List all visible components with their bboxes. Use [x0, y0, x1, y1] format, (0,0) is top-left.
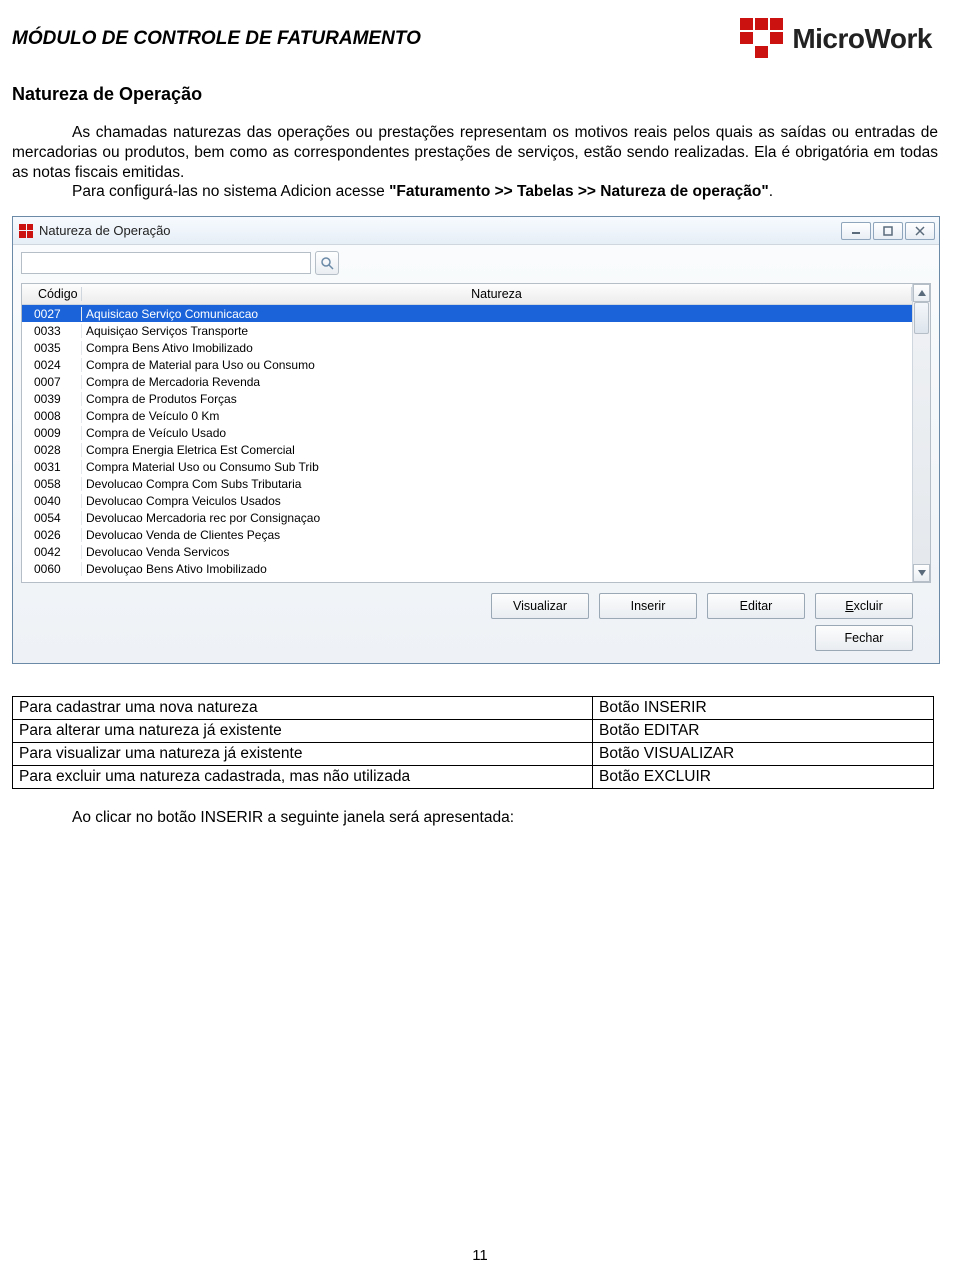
chevron-up-icon	[918, 290, 926, 296]
intro-paragraph-2: Para configurá-las no sistema Adicion ac…	[12, 182, 938, 202]
editar-button[interactable]: Editar	[707, 593, 805, 619]
table-row[interactable]: 0007Compra de Mercadoria Revenda	[22, 373, 912, 390]
maximize-icon	[883, 226, 893, 236]
table-row[interactable]: 0042Devolucao Venda Servicos	[22, 543, 912, 560]
action-button-name: Botão EXCLUIR	[593, 766, 934, 789]
close-button[interactable]	[905, 222, 935, 240]
app-window: Natureza de Operação	[12, 216, 940, 664]
page-number: 11	[0, 1247, 960, 1264]
cell-codigo: 0024	[22, 358, 82, 372]
brand-name: MicroWork	[792, 23, 932, 55]
table-row[interactable]: 0039Compra de Produtos Forças	[22, 390, 912, 407]
fechar-button[interactable]: Fechar	[815, 625, 913, 651]
visualizar-button[interactable]: Visualizar	[491, 593, 589, 619]
table-row[interactable]: 0009Compra de Veículo Usado	[22, 424, 912, 441]
table-row[interactable]: 0027Aquisicao Serviço Comunicacao	[22, 305, 912, 322]
actions-table: Para cadastrar uma nova naturezaBotão IN…	[12, 696, 934, 789]
scroll-thumb[interactable]	[914, 302, 929, 334]
table-row[interactable]: 0026Devolucao Venda de Clientes Peças	[22, 526, 912, 543]
cell-natureza: Devolucao Mercadoria rec por Consignaçao	[82, 511, 912, 525]
action-description: Para visualizar uma natureza já existent…	[13, 743, 593, 766]
cell-natureza: Compra de Produtos Forças	[82, 392, 912, 406]
action-button-name: Botão VISUALIZAR	[593, 743, 934, 766]
column-header-natureza[interactable]: Natureza	[82, 287, 912, 301]
close-icon	[915, 226, 925, 236]
cell-natureza: Devoluçao Bens Ativo Imobilizado	[82, 562, 912, 576]
scroll-up-button[interactable]	[913, 284, 930, 302]
app-icon	[19, 224, 33, 238]
cell-natureza: Devolucao Compra Veiculos Usados	[82, 494, 912, 508]
action-description: Para alterar uma natureza já existente	[13, 720, 593, 743]
module-title: MÓDULO DE CONTROLE DE FATURAMENTO	[12, 28, 421, 50]
cell-codigo: 0060	[22, 562, 82, 576]
cell-natureza: Compra Material Uso ou Consumo Sub Trib	[82, 460, 912, 474]
cell-codigo: 0039	[22, 392, 82, 406]
vertical-scrollbar[interactable]	[912, 284, 930, 582]
action-button-name: Botão INSERIR	[593, 697, 934, 720]
minimize-icon	[851, 227, 861, 235]
cell-natureza: Compra de Veículo 0 Km	[82, 409, 912, 423]
window-title: Natureza de Operação	[39, 223, 171, 238]
cell-natureza: Aquisiçao Serviços Transporte	[82, 324, 912, 338]
actions-row: Para excluir uma natureza cadastrada, ma…	[13, 766, 934, 789]
maximize-button[interactable]	[873, 222, 903, 240]
action-description: Para cadastrar uma nova natureza	[13, 697, 593, 720]
cell-codigo: 0054	[22, 511, 82, 525]
cell-natureza: Devolucao Venda Servicos	[82, 545, 912, 559]
table-row[interactable]: 0058Devolucao Compra Com Subs Tributaria	[22, 475, 912, 492]
actions-row: Para visualizar uma natureza já existent…	[13, 743, 934, 766]
follow-text: Ao clicar no botão INSERIR a seguinte ja…	[12, 809, 938, 827]
minimize-button[interactable]	[841, 222, 871, 240]
window-titlebar[interactable]: Natureza de Operação	[13, 217, 939, 245]
search-input[interactable]	[21, 252, 311, 274]
cell-codigo: 0027	[22, 307, 82, 321]
cell-natureza: Compra de Mercadoria Revenda	[82, 375, 912, 389]
action-button-name: Botão EDITAR	[593, 720, 934, 743]
section-title: Natureza de Operação	[12, 84, 938, 105]
column-header-codigo[interactable]: Código	[22, 287, 82, 301]
cell-natureza: Devolucao Venda de Clientes Peças	[82, 528, 912, 542]
actions-row: Para alterar uma natureza já existenteBo…	[13, 720, 934, 743]
cell-codigo: 0009	[22, 426, 82, 440]
brand-logo-icon	[740, 18, 784, 60]
table-row[interactable]: 0031Compra Material Uso ou Consumo Sub T…	[22, 458, 912, 475]
actions-row: Para cadastrar uma nova naturezaBotão IN…	[13, 697, 934, 720]
inserir-button[interactable]: Inserir	[599, 593, 697, 619]
natureza-table: Código Natureza 0027Aquisicao Serviço Co…	[22, 284, 912, 582]
excluir-button[interactable]: Excluir	[815, 593, 913, 619]
chevron-down-icon	[918, 570, 926, 576]
table-row[interactable]: 0024Compra de Material para Uso ou Consu…	[22, 356, 912, 373]
cell-codigo: 0058	[22, 477, 82, 491]
cell-natureza: Compra de Veículo Usado	[82, 426, 912, 440]
table-row[interactable]: 0008Compra de Veículo 0 Km	[22, 407, 912, 424]
search-button[interactable]	[315, 251, 339, 275]
brand: MicroWork	[740, 18, 932, 60]
cell-natureza: Aquisicao Serviço Comunicacao	[82, 307, 912, 321]
cell-codigo: 0033	[22, 324, 82, 338]
cell-codigo: 0031	[22, 460, 82, 474]
table-row[interactable]: 0060Devoluçao Bens Ativo Imobilizado	[22, 560, 912, 577]
cell-codigo: 0007	[22, 375, 82, 389]
search-icon	[320, 256, 334, 270]
cell-natureza: Compra Energia Eletrica Est Comercial	[82, 443, 912, 457]
table-row[interactable]: 0033Aquisiçao Serviços Transporte	[22, 322, 912, 339]
cell-codigo: 0042	[22, 545, 82, 559]
cell-natureza: Devolucao Compra Com Subs Tributaria	[82, 477, 912, 491]
table-row[interactable]: 0035Compra Bens Ativo Imobilizado	[22, 339, 912, 356]
action-description: Para excluir uma natureza cadastrada, ma…	[13, 766, 593, 789]
scroll-track[interactable]	[913, 302, 930, 564]
cell-codigo: 0008	[22, 409, 82, 423]
table-row[interactable]: 0040Devolucao Compra Veiculos Usados	[22, 492, 912, 509]
cell-natureza: Compra Bens Ativo Imobilizado	[82, 341, 912, 355]
cell-natureza: Compra de Material para Uso ou Consumo	[82, 358, 912, 372]
table-row[interactable]: 0054Devolucao Mercadoria rec por Consign…	[22, 509, 912, 526]
scroll-down-button[interactable]	[913, 564, 930, 582]
cell-codigo: 0026	[22, 528, 82, 542]
intro-paragraph-1: As chamadas naturezas das operações ou p…	[12, 123, 938, 182]
cell-codigo: 0028	[22, 443, 82, 457]
cell-codigo: 0040	[22, 494, 82, 508]
table-row[interactable]: 0028Compra Energia Eletrica Est Comercia…	[22, 441, 912, 458]
cell-codigo: 0035	[22, 341, 82, 355]
